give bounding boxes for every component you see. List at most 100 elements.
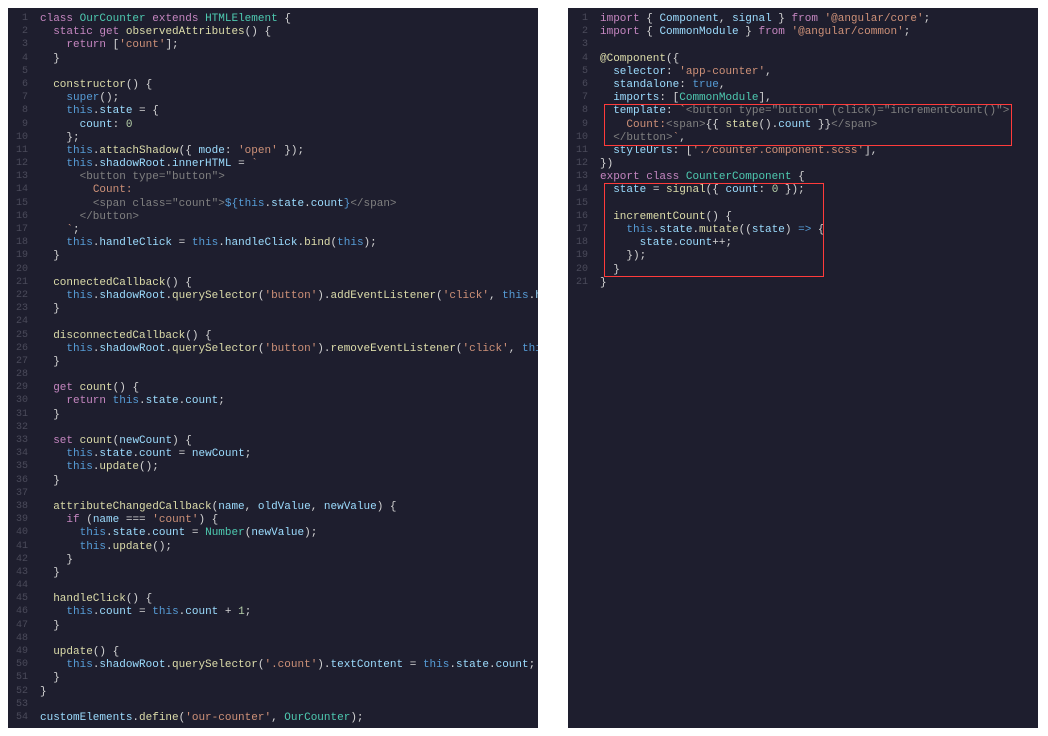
code-line[interactable]: this.shadowRoot.querySelector('button').…	[40, 342, 538, 355]
code-line[interactable]: standalone: true,	[600, 78, 1030, 91]
code-line[interactable]: }	[40, 408, 538, 421]
code-line[interactable]: static get observedAttributes() {	[40, 25, 538, 38]
code-line[interactable]: constructor() {	[40, 78, 538, 91]
code-line[interactable]: `;	[40, 223, 538, 236]
code-line[interactable]: Count:<span>{{ state().count }}</span>	[600, 118, 1030, 131]
code-line[interactable]: selector: 'app-counter',	[600, 65, 1030, 78]
code-line[interactable]: this.handleClick = this.handleClick.bind…	[40, 236, 538, 249]
code-line[interactable]: get count() {	[40, 381, 538, 394]
code-line[interactable]: <button type="button">	[40, 170, 538, 183]
code-line[interactable]: </button>	[40, 210, 538, 223]
line-number: 21	[572, 276, 588, 289]
code-line[interactable]: </button>`,	[600, 131, 1030, 144]
line-number: 15	[12, 197, 28, 210]
code-line[interactable]: set count(newCount) {	[40, 434, 538, 447]
code-line[interactable]: }	[40, 619, 538, 632]
code-line[interactable]: })	[600, 157, 1030, 170]
code-line[interactable]: }	[600, 276, 1030, 289]
code-line[interactable]: import { CommonModule } from '@angular/c…	[600, 25, 1030, 38]
line-number: 1	[572, 12, 588, 25]
code-line[interactable]: this.state.count = Number(newValue);	[40, 526, 538, 539]
code-line[interactable]: state.count++;	[600, 236, 1030, 249]
code-line[interactable]	[40, 368, 538, 381]
code-line[interactable]: }	[40, 553, 538, 566]
line-number: 50	[12, 658, 28, 671]
line-number: 33	[12, 434, 28, 447]
code-line[interactable]: if (name === 'count') {	[40, 513, 538, 526]
code-line[interactable]: this.update();	[40, 540, 538, 553]
code-line[interactable]: Count:	[40, 183, 538, 196]
code-line[interactable]: update() {	[40, 645, 538, 658]
code-line[interactable]: }	[40, 566, 538, 579]
code-line[interactable]: this.shadowRoot.querySelector('button').…	[40, 289, 538, 302]
code-line[interactable]: this.state.count = newCount;	[40, 447, 538, 460]
code-line[interactable]	[40, 315, 538, 328]
code-line[interactable]: styleUrls: ['./counter.component.scss'],	[600, 144, 1030, 157]
line-number: 17	[12, 223, 28, 236]
code-editor-left[interactable]: 1234567891011121314151617181920212223242…	[8, 8, 538, 728]
code-line[interactable]: template: `<button type="button" (click)…	[600, 104, 1030, 117]
code-area-right[interactable]: import { Component, signal } from '@angu…	[596, 8, 1038, 728]
line-number: 22	[12, 289, 28, 302]
code-line[interactable]: }	[40, 52, 538, 65]
code-line[interactable]: this.count = this.count + 1;	[40, 605, 538, 618]
code-line[interactable]: imports: [CommonModule],	[600, 91, 1030, 104]
line-number: 30	[12, 394, 28, 407]
code-line[interactable]: }	[600, 263, 1030, 276]
code-line[interactable]: }	[40, 685, 538, 698]
code-line[interactable]: incrementCount() {	[600, 210, 1030, 223]
line-number: 24	[12, 315, 28, 328]
code-line[interactable]	[40, 421, 538, 434]
gutter-left: 1234567891011121314151617181920212223242…	[8, 8, 36, 728]
code-line[interactable]	[600, 38, 1030, 51]
code-line[interactable]: state = signal({ count: 0 });	[600, 183, 1030, 196]
line-number: 7	[572, 91, 588, 104]
code-line[interactable]: }	[40, 249, 538, 262]
code-line[interactable]: };	[40, 131, 538, 144]
code-line[interactable]: connectedCallback() {	[40, 276, 538, 289]
code-line[interactable]	[40, 263, 538, 276]
code-line[interactable]: }	[40, 671, 538, 684]
code-line[interactable]: disconnectedCallback() {	[40, 329, 538, 342]
line-number: 19	[12, 249, 28, 262]
line-number: 12	[12, 157, 28, 170]
code-line[interactable]: export class CounterComponent {	[600, 170, 1030, 183]
code-line[interactable]	[40, 579, 538, 592]
code-line[interactable]: });	[600, 249, 1030, 262]
line-number: 25	[12, 329, 28, 342]
code-line[interactable]: import { Component, signal } from '@angu…	[600, 12, 1030, 25]
code-line[interactable]: <span class="count">${this.state.count}<…	[40, 197, 538, 210]
code-line[interactable]: class OurCounter extends HTMLElement {	[40, 12, 538, 25]
code-line[interactable]: attributeChangedCallback(name, oldValue,…	[40, 500, 538, 513]
code-line[interactable]: this.attachShadow({ mode: 'open' });	[40, 144, 538, 157]
code-line[interactable]	[40, 487, 538, 500]
code-line[interactable]: this.state = {	[40, 104, 538, 117]
gutter-right: 123456789101112131415161718192021	[568, 8, 596, 728]
code-line[interactable]: return ['count'];	[40, 38, 538, 51]
line-number: 53	[12, 698, 28, 711]
line-number: 20	[572, 263, 588, 276]
code-line[interactable]: customElements.define('our-counter', Our…	[40, 711, 538, 724]
code-line[interactable]: this.state.mutate((state) => {	[600, 223, 1030, 236]
code-line[interactable]: }	[40, 474, 538, 487]
code-line[interactable]: return this.state.count;	[40, 394, 538, 407]
code-line[interactable]	[40, 632, 538, 645]
code-line[interactable]	[40, 65, 538, 78]
code-area-left[interactable]: class OurCounter extends HTMLElement { s…	[36, 8, 538, 728]
code-line[interactable]: handleClick() {	[40, 592, 538, 605]
line-number: 4	[572, 52, 588, 65]
line-number: 2	[12, 25, 28, 38]
code-line[interactable]: @Component({	[600, 52, 1030, 65]
code-line[interactable]: this.shadowRoot.querySelector('.count').…	[40, 658, 538, 671]
code-line[interactable]	[600, 197, 1030, 210]
code-line[interactable]: this.shadowRoot.innerHTML = `	[40, 157, 538, 170]
line-number: 36	[12, 474, 28, 487]
code-line[interactable]: super();	[40, 91, 538, 104]
code-line[interactable]: this.update();	[40, 460, 538, 473]
code-line[interactable]: count: 0	[40, 118, 538, 131]
code-line[interactable]	[40, 698, 538, 711]
code-editor-right[interactable]: 123456789101112131415161718192021 import…	[568, 8, 1038, 728]
code-line[interactable]: }	[40, 355, 538, 368]
code-line[interactable]: }	[40, 302, 538, 315]
line-number: 7	[12, 91, 28, 104]
